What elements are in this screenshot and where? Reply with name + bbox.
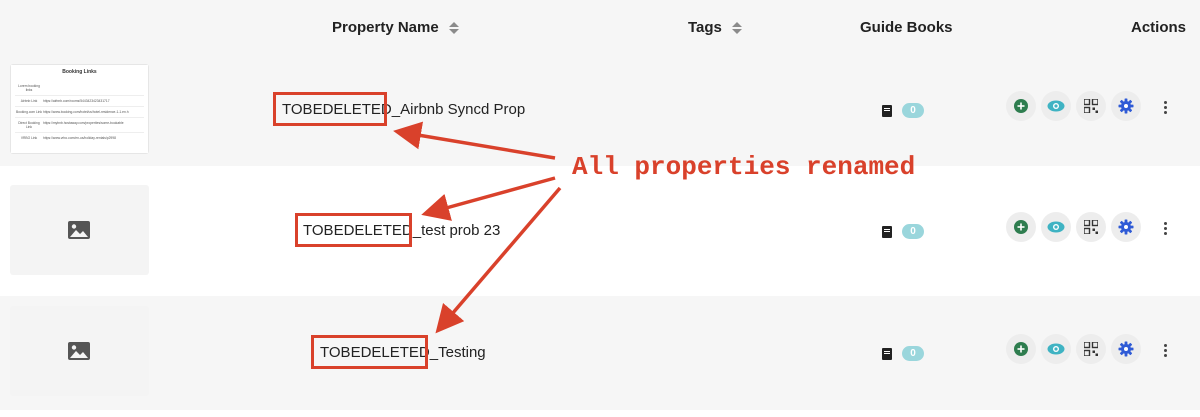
booking-links-heading: Lorem booking links: [18, 84, 40, 92]
more-menu-button[interactable]: [1164, 222, 1168, 235]
add-button[interactable]: [1006, 91, 1036, 121]
gear-icon: [1118, 98, 1134, 114]
table-header: Property Name Tags Guide Books Actions: [0, 0, 1200, 57]
column-guide-books: Guide Books: [860, 19, 953, 36]
preview-button[interactable]: [1041, 212, 1071, 242]
guide-count-badge: 0: [902, 224, 924, 239]
more-menu-button[interactable]: [1164, 344, 1168, 357]
qr-code-button[interactable]: [1076, 334, 1106, 364]
property-name-rest: Airbnb Syncd Prop: [400, 101, 526, 118]
table-row: Booking Links Lorem booking links Airbnb…: [0, 56, 1200, 166]
booking-links-thumbnail: Booking Links Lorem booking links Airbnb…: [10, 64, 149, 154]
table-row: TOBEDELETED_test prob 23 0: [0, 176, 1200, 286]
add-button[interactable]: [1006, 212, 1036, 242]
annotation-text: All properties renamed: [572, 152, 916, 182]
table-row: TOBEDELETED_Testing 0: [0, 296, 1200, 410]
plus-circle-icon: [1014, 220, 1028, 234]
sort-icon[interactable]: [448, 21, 459, 34]
plus-circle-icon: [1014, 99, 1028, 113]
property-name-prefix: TOBEDELETED_: [282, 101, 401, 118]
column-property-name[interactable]: Property Name: [332, 19, 459, 36]
property-thumbnail[interactable]: [10, 185, 149, 275]
property-thumbnail[interactable]: Booking Links Lorem booking links Airbnb…: [10, 64, 149, 154]
column-actions-label: Actions: [1131, 19, 1187, 36]
booking-links-title: Booking Links: [62, 69, 97, 75]
settings-button[interactable]: [1111, 91, 1141, 121]
settings-button[interactable]: [1111, 212, 1141, 242]
sort-icon[interactable]: [731, 21, 742, 34]
guide-count-badge: 0: [902, 346, 924, 361]
book-icon: [882, 347, 892, 360]
column-guide-books-label: Guide Books: [860, 19, 953, 36]
property-thumbnail[interactable]: [10, 306, 149, 396]
property-name[interactable]: TOBEDELETED_Testing: [320, 344, 486, 361]
image-placeholder-icon: [68, 342, 90, 360]
guide-count-badge: 0: [902, 103, 924, 118]
eye-icon: [1047, 343, 1065, 355]
gear-icon: [1118, 219, 1134, 235]
booking-link-row: Airbnb Link https://airbnb.com/rooms/5443…: [15, 95, 144, 106]
settings-button[interactable]: [1111, 334, 1141, 364]
qr-code-icon: [1084, 99, 1098, 113]
guide-books-cell[interactable]: 0: [882, 346, 924, 361]
property-name-rest: Testing: [438, 344, 486, 361]
guide-books-cell[interactable]: 0: [882, 224, 924, 239]
preview-button[interactable]: [1041, 91, 1071, 121]
preview-button[interactable]: [1041, 334, 1071, 364]
column-tags[interactable]: Tags: [688, 19, 742, 36]
eye-icon: [1047, 100, 1065, 112]
property-name-rest: test prob 23: [421, 222, 501, 239]
property-name[interactable]: TOBEDELETED_test prob 23: [303, 222, 500, 239]
gear-icon: [1118, 341, 1134, 357]
column-actions: Actions: [1131, 19, 1186, 36]
qr-code-icon: [1084, 342, 1098, 356]
property-name-prefix: TOBEDELETED_: [303, 222, 422, 239]
book-icon: [882, 104, 892, 117]
property-name[interactable]: TOBEDELETED_Airbnb Syncd Prop: [282, 101, 525, 118]
qr-code-button[interactable]: [1076, 212, 1106, 242]
book-icon: [882, 225, 892, 238]
image-placeholder-icon: [68, 221, 90, 239]
add-button[interactable]: [1006, 334, 1036, 364]
guide-books-cell[interactable]: 0: [882, 103, 924, 118]
eye-icon: [1047, 221, 1065, 233]
column-tags-label: Tags: [688, 19, 722, 36]
booking-link-row: VRBO Link https://www.vrbo.com/en-us/holi…: [15, 132, 144, 143]
column-property-name-label: Property Name: [332, 19, 439, 36]
qr-code-button[interactable]: [1076, 91, 1106, 121]
booking-link-row: Direct Booking Link https://mybnb.hostawa…: [15, 117, 144, 132]
booking-link-row: Booking.com Link https://www.booking.com/…: [15, 106, 144, 117]
more-menu-button[interactable]: [1164, 101, 1168, 114]
plus-circle-icon: [1014, 342, 1028, 356]
qr-code-icon: [1084, 220, 1098, 234]
property-name-prefix: TOBEDELETED_: [320, 344, 439, 361]
